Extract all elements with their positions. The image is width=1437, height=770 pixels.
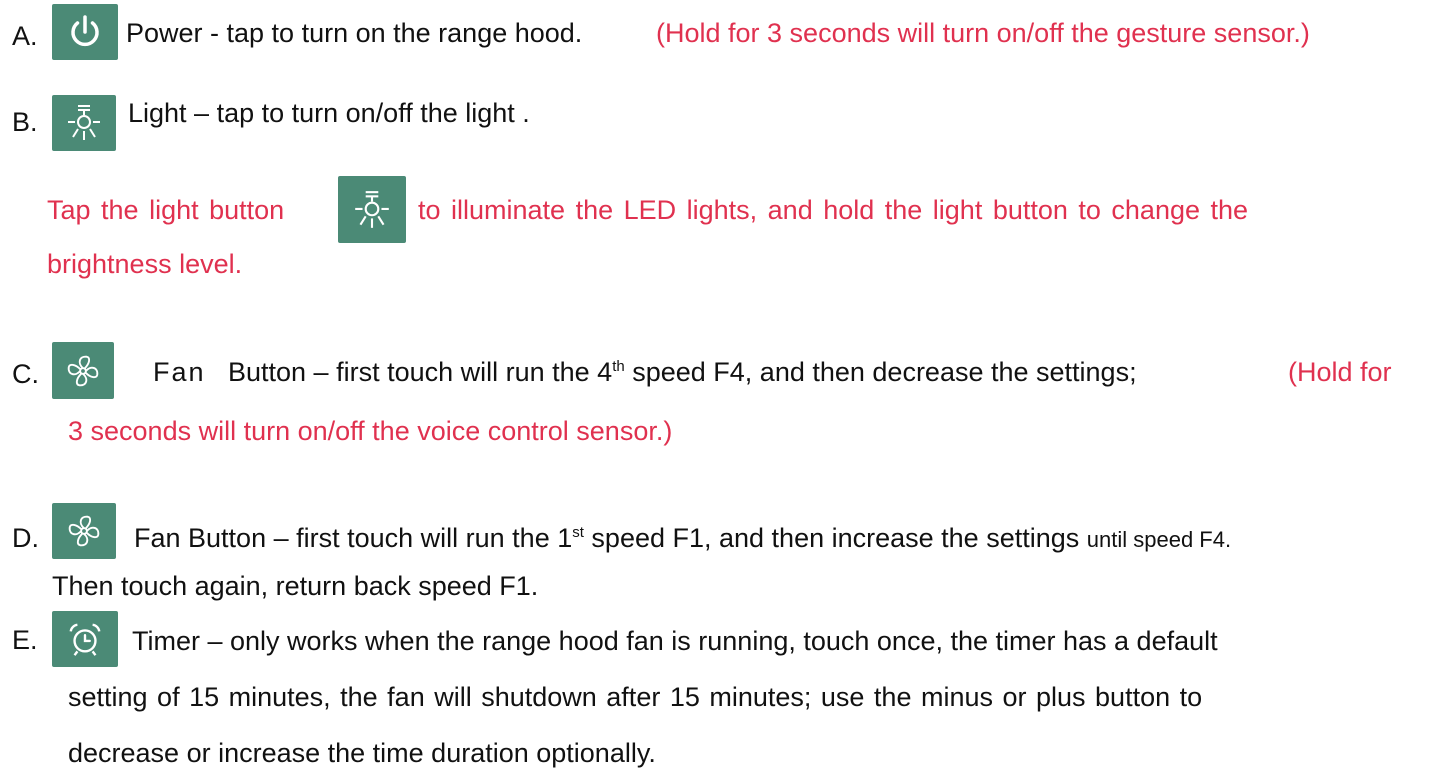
item-a-text: Power - tap to turn on the range hood. — [126, 18, 583, 48]
item-c-text: Button – first touch will run the 4th sp… — [228, 356, 1137, 388]
item-e-line3: decrease or increase the time duration o… — [68, 738, 656, 768]
item-e-line2: setting of 15 minutes, the fan will shut… — [68, 682, 1203, 712]
item-d-text-small: until speed F4. — [1086, 527, 1232, 552]
item-b-note-line2: brightness level. — [47, 249, 243, 279]
item-c-fan: Fan — [153, 357, 206, 387]
light-icon — [338, 176, 406, 243]
item-b-note-post: to illuminate the LED lights, and hold t… — [418, 195, 1249, 225]
fan-icon — [52, 503, 116, 559]
item-b-letter: B. — [12, 107, 38, 137]
item-c-note-line2: 3 seconds will turn on/off the voice con… — [68, 416, 673, 446]
alarm-clock-icon — [52, 611, 118, 667]
item-d-text-mid: speed F1, and then increase the settings — [591, 523, 1080, 553]
item-c-note-line1: (Hold for — [1288, 357, 1392, 387]
item-b-text: Light – tap to turn on/off the light . — [128, 98, 530, 128]
item-d-line2: Then touch again, return back speed F1. — [52, 571, 539, 601]
fan-icon — [52, 342, 114, 399]
item-c-text-post: speed F4, and then decrease the settings… — [632, 357, 1137, 387]
item-a-note: (Hold for 3 seconds will turn on/off the… — [656, 18, 1310, 48]
item-e-letter: E. — [12, 625, 38, 655]
item-d-text-pre: Fan Button – first touch will run the 1 — [134, 523, 573, 553]
item-c-sup: th — [612, 358, 625, 375]
item-c-letter: C. — [12, 359, 39, 389]
item-c-text-pre: Button – first touch will run the 4 — [228, 357, 613, 387]
item-d-letter: D. — [12, 523, 39, 553]
item-d-text: Fan Button – first touch will run the 1s… — [134, 522, 1231, 556]
item-e-line1: Timer – only works when the range hood f… — [132, 626, 1218, 656]
item-a-letter: A. — [12, 21, 38, 51]
item-d-sup: st — [572, 524, 584, 541]
light-icon — [52, 95, 116, 151]
power-icon — [52, 4, 118, 60]
item-b-note-pre: Tap the light button — [47, 195, 285, 225]
